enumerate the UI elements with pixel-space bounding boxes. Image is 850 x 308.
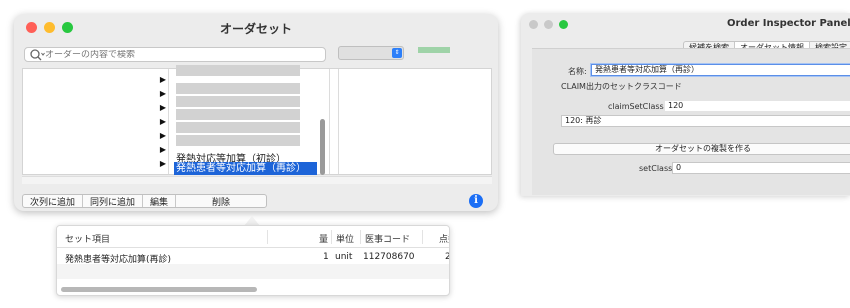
column-header-qty[interactable]: 量 [319, 232, 328, 245]
zoom-button[interactable] [559, 20, 568, 29]
browser-column-1[interactable]: ▶ ▶ ▶ ▶ ▶ ▶ ▶ [23, 69, 169, 174]
column-separator [267, 230, 268, 244]
add-next-column-button[interactable]: 次列に追加 [23, 195, 84, 208]
claim-set-class-field[interactable]: 120 [664, 100, 850, 112]
list-item[interactable] [176, 122, 300, 133]
claim-heading: CLAIM出力のセットクラスコード [561, 82, 682, 91]
window-title: オーダセット [219, 22, 292, 36]
browser-column-2[interactable]: 発熱対応等加算（初診） 発熱患者等対応加算（再診） [170, 65, 330, 175]
name-label: 名称: [568, 67, 587, 76]
browser-column-3 [331, 69, 339, 174]
list-item[interactable] [176, 109, 300, 120]
add-same-column-button[interactable]: 同列に追加 [83, 195, 144, 208]
disclosure-arrow-icon[interactable]: ▶ [160, 89, 166, 98]
disclosure-arrow-icon[interactable]: ▶ [160, 75, 166, 84]
horizontal-scrollbar[interactable] [61, 287, 257, 292]
status-indicator [418, 47, 450, 53]
action-button-group: 次列に追加 同列に追加 編集 削除 [22, 194, 268, 208]
search-icon [30, 49, 45, 61]
cell-unit: unit [335, 252, 353, 262]
column-header-code[interactable]: 医事コード [365, 232, 410, 245]
window-controls [529, 20, 568, 29]
delete-button[interactable]: 削除 [176, 195, 266, 208]
column-browser: ▶ ▶ ▶ ▶ ▶ ▶ ▶ 発熱対応等加算（初診） 発熱患者等対応加算（再診） [22, 65, 492, 175]
cell-points: 2 [445, 252, 449, 262]
title-bar: オーダセット [14, 14, 498, 40]
list-item[interactable] [176, 65, 300, 76]
table-row[interactable]: 発熱患者等対応加算(再診) 1 unit 112708670 2 [57, 249, 449, 265]
disclosure-arrow-icon[interactable]: ▶ [160, 103, 166, 112]
list-item-selected[interactable]: 発熱患者等対応加算（再診） [174, 162, 317, 175]
column-separator [360, 230, 361, 244]
column-header-points[interactable]: 点数 [439, 232, 449, 245]
disclosure-arrow-icon[interactable]: ▶ [160, 145, 166, 154]
vertical-scrollbar[interactable] [320, 119, 325, 175]
order-inspector-window: Order Inspector Panel 候補を検索 オーダセット情報 検索設… [521, 13, 850, 196]
set-class-field[interactable]: 0 [672, 162, 850, 174]
table-row-empty [57, 264, 449, 279]
close-button[interactable] [529, 20, 538, 29]
category-select[interactable]: ⇕ [338, 46, 404, 60]
chevron-updown-icon: ⇕ [392, 48, 402, 58]
column-header-unit[interactable]: 単位 [336, 232, 354, 245]
cell-qty: 1 [323, 252, 329, 262]
list-item[interactable] [176, 83, 300, 94]
claim-description-field: 120: 再診 [561, 115, 850, 127]
search-field[interactable] [24, 47, 326, 62]
column-separator [331, 230, 332, 244]
search-input[interactable] [45, 49, 315, 60]
disclosure-arrow-icon[interactable]: ▶ [160, 131, 166, 140]
window-title: Order Inspector Panel [727, 18, 850, 29]
disclosure-arrow-icon[interactable]: ▶ [160, 117, 166, 126]
list-item[interactable] [176, 96, 300, 107]
list-item[interactable] [176, 135, 300, 146]
info-icon[interactable]: i [469, 194, 483, 208]
column-separator [422, 230, 423, 244]
disclosure-arrow-icon[interactable]: ▶ [160, 159, 166, 168]
claim-set-class-label: claimSetClass: [608, 102, 667, 111]
table-header: セット項目 量 単位 医事コード 点数 [57, 226, 449, 248]
cell-code: 112708670 [363, 252, 415, 262]
name-field[interactable]: 発熱患者等対応加算（再診） [591, 64, 850, 76]
order-set-window: オーダセット ⇕ ▶ ▶ ▶ ▶ ▶ ▶ ▶ 発熱対応等加算（ [14, 14, 498, 211]
minimize-button[interactable] [544, 20, 553, 29]
duplicate-order-set-button[interactable]: オーダセットの複製を作る [553, 143, 850, 155]
column-header-item[interactable]: セット項目 [65, 232, 110, 245]
horizontal-scroll-track[interactable] [22, 176, 492, 184]
set-items-popover: セット項目 量 単位 医事コード 点数 発熱患者等対応加算(再診) 1 unit… [56, 225, 450, 296]
edit-button[interactable]: 編集 [143, 195, 177, 208]
set-class-label: setClass [639, 164, 673, 173]
